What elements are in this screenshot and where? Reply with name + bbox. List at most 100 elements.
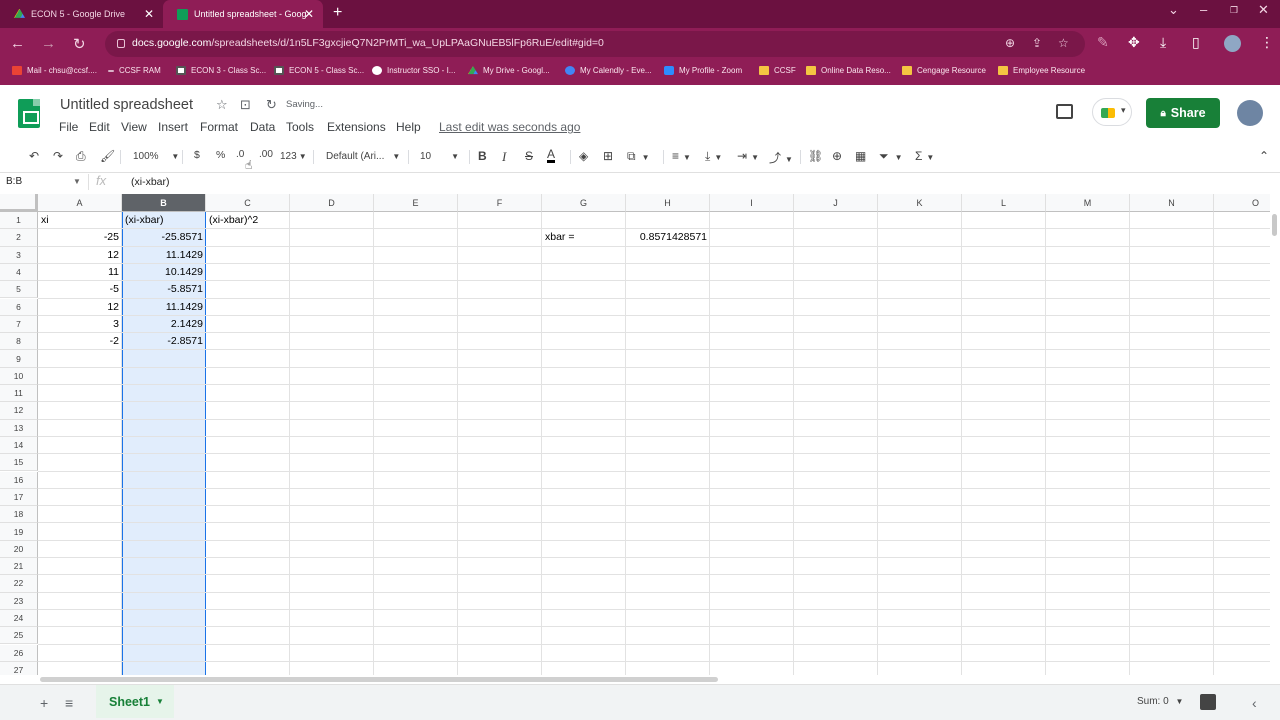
row-header-4[interactable]: 4	[0, 263, 38, 282]
last-edit-link[interactable]: Last edit was seconds ago	[439, 120, 580, 134]
cell-b1[interactable]: (xi-xbar)	[122, 212, 206, 229]
column-header-h[interactable]: H	[626, 194, 710, 212]
menu-extensions[interactable]: Extensions	[327, 120, 386, 134]
column-header-k[interactable]: K	[878, 194, 962, 212]
window-close-icon[interactable]: ✕	[1258, 2, 1269, 18]
row-header-25[interactable]: 25	[0, 627, 38, 645]
all-sheets-icon[interactable]: ≡	[65, 695, 73, 711]
italic-button[interactable]: I	[502, 149, 506, 165]
bookmark-item[interactable]: ECON 3 - Class Sc...	[176, 66, 266, 75]
cell-a3[interactable]: 12	[38, 247, 122, 264]
formula-input[interactable]: (xi-xbar)	[131, 176, 170, 188]
column-header-l[interactable]: L	[962, 194, 1046, 212]
column-header-a[interactable]: A	[38, 194, 122, 212]
horizontal-align-icon[interactable]: ≡ ▼	[672, 149, 691, 163]
paint-format-icon[interactable]: 🖌︎	[100, 149, 115, 163]
add-sheet-icon[interactable]: +	[40, 695, 48, 711]
restore-icon[interactable]: ❐	[1230, 5, 1238, 16]
menu-help[interactable]: Help	[396, 120, 421, 134]
filter-icon[interactable]: ⏷ ▼	[879, 149, 903, 164]
sum-summary[interactable]: Sum: 0 ▼	[1137, 696, 1183, 707]
vertical-align-icon[interactable]: ⤓ ▼	[705, 149, 722, 164]
column-header-m[interactable]: M	[1046, 194, 1130, 212]
cell-b3[interactable]: 11.1429	[122, 247, 206, 264]
decrease-decimal-button[interactable]: .0	[236, 149, 244, 160]
row-header-18[interactable]: 18	[0, 506, 38, 524]
row-header-19[interactable]: 19	[0, 523, 38, 541]
cell-b2[interactable]: -25.8571	[122, 229, 206, 246]
cell-a6[interactable]: 12	[38, 299, 122, 316]
bold-button[interactable]: B	[478, 149, 487, 163]
undo-icon[interactable]: ↶	[29, 149, 39, 163]
collapse-toolbar-icon[interactable]: ⌃	[1259, 149, 1269, 163]
row-header-14[interactable]: 14	[0, 436, 38, 455]
column-header-e[interactable]: E	[374, 194, 458, 212]
bookmark-item[interactable]: ECON 5 - Class Sc...	[274, 66, 364, 75]
close-tab-icon[interactable]: ✕	[304, 7, 314, 21]
merge-cells-icon[interactable]: ⧉ ▼	[627, 149, 650, 164]
bookmark-item[interactable]: My Drive - Googl...	[468, 66, 550, 75]
user-avatar[interactable]	[1237, 100, 1263, 126]
column-header-o[interactable]: O	[1214, 194, 1270, 212]
column-header-g[interactable]: G	[542, 194, 626, 212]
column-header-c[interactable]: C	[206, 194, 290, 212]
row-header-9[interactable]: 9	[0, 350, 38, 368]
close-tab-icon[interactable]: ✕	[144, 7, 154, 21]
insert-comment-icon[interactable]: ⊕	[832, 149, 842, 163]
reload-icon[interactable]: ↻	[73, 35, 86, 53]
chevron-down-icon[interactable]: ▼	[73, 177, 81, 186]
forward-icon[interactable]: →	[41, 35, 56, 52]
download-icon[interactable]: ⤓	[1160, 34, 1166, 51]
row-header-7[interactable]: 7	[0, 315, 38, 334]
more-formats-button[interactable]: 123 ▼	[280, 151, 307, 162]
row-header-13[interactable]: 13	[0, 419, 38, 437]
horizontal-scrollbar[interactable]	[40, 677, 718, 682]
bookmark-item[interactable]: My Calendly - Eve...	[565, 66, 652, 75]
row-header-21[interactable]: 21	[0, 558, 38, 576]
row-header-1[interactable]: 1	[0, 212, 38, 230]
row-header-2[interactable]: 2	[0, 229, 38, 247]
row-header-22[interactable]: 22	[0, 575, 38, 593]
row-header-5[interactable]: 5	[0, 281, 38, 299]
text-wrapping-icon[interactable]: ⇥ ▼	[737, 149, 759, 163]
percent-format-button[interactable]: %	[216, 149, 225, 161]
bookmark-item[interactable]: Online Data Reso...	[806, 66, 891, 75]
row-header-8[interactable]: 8	[0, 333, 38, 351]
vertical-scrollbar[interactable]	[1272, 214, 1277, 236]
bookmark-item[interactable]: Employee Resource	[998, 66, 1085, 75]
menu-view[interactable]: View	[121, 120, 147, 134]
document-title[interactable]: Untitled spreadsheet	[60, 97, 193, 113]
insert-chart-icon[interactable]: ▦	[855, 149, 866, 163]
bookmark-item[interactable]: Cengage Resource	[902, 66, 986, 75]
new-tab-icon[interactable]: +	[333, 4, 342, 22]
browser-profile-avatar[interactable]	[1224, 35, 1241, 52]
share-button[interactable]: 🔒︎ Share	[1146, 98, 1220, 128]
row-header-17[interactable]: 17	[0, 488, 38, 507]
zoom-select[interactable]: 100% ▼	[133, 151, 179, 162]
borders-icon[interactable]: ⊞	[603, 149, 613, 163]
column-header-d[interactable]: D	[290, 194, 374, 212]
column-header-f[interactable]: F	[458, 194, 542, 212]
share-page-icon[interactable]: ⇪	[1032, 36, 1042, 50]
cell-a4[interactable]: 11	[38, 264, 122, 281]
bookmark-item[interactable]: CCSF RAM	[108, 66, 161, 75]
pen-extension-icon[interactable]: ✎	[1097, 34, 1109, 51]
tab-search-icon[interactable]: ⌄	[1168, 2, 1179, 18]
row-header-20[interactable]: 20	[0, 540, 38, 558]
cell-a8[interactable]: -2	[38, 333, 122, 350]
redo-icon[interactable]: ↷	[53, 149, 63, 163]
minimize-icon[interactable]: –	[1200, 2, 1207, 17]
browser-tab-sheet[interactable]: Untitled spreadsheet - Google ✕	[163, 0, 323, 28]
meet-button[interactable]: ▾	[1092, 98, 1132, 126]
column-header-b[interactable]: B	[122, 194, 206, 212]
star-icon[interactable]: ☆	[216, 97, 228, 113]
print-icon[interactable]: ⎙	[76, 149, 86, 164]
row-header-15[interactable]: 15	[0, 454, 38, 472]
url-text[interactable]: docs.google.com/spreadsheets/d/1n5LF3gxc…	[132, 37, 604, 49]
menu-tools[interactable]: Tools	[286, 120, 314, 134]
back-icon[interactable]: ←	[10, 35, 25, 52]
zoom-icon[interactable]: ⊕	[1005, 36, 1015, 50]
extensions-puzzle-icon[interactable]: ✥	[1128, 34, 1140, 51]
cell-a5[interactable]: -5	[38, 281, 122, 298]
move-folder-icon[interactable]: ⊡	[240, 97, 251, 113]
